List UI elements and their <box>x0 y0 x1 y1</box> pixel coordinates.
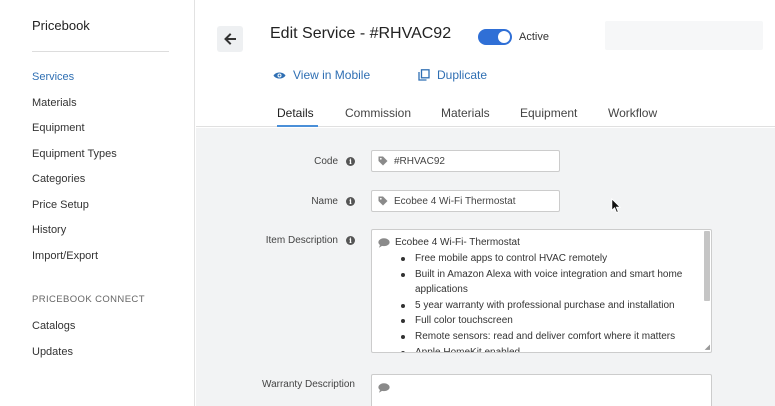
code-label: Code <box>314 156 338 167</box>
list-item: Built in Amazon Alexa with voice integra… <box>401 267 700 298</box>
name-value: Ecobee 4 Wi-Fi Thermostat <box>394 195 516 207</box>
tab-bar: Details Commission Materials Equipment W… <box>196 100 775 127</box>
resize-handle-icon[interactable]: ◢ <box>705 343 710 351</box>
sidebar: Pricebook Services Materials Equipment E… <box>0 0 195 406</box>
mouse-cursor-icon <box>611 198 621 214</box>
list-item: Apple HomeKit enabled <box>401 345 700 352</box>
eye-icon <box>273 72 286 78</box>
duplicate-link[interactable]: Duplicate <box>418 68 487 82</box>
tag-icon <box>378 156 388 166</box>
info-icon: i <box>346 236 355 245</box>
sidebar-item-import-export[interactable]: Import/Export <box>32 250 98 262</box>
code-value: #RHVAC92 <box>394 155 445 167</box>
active-tab-indicator <box>277 125 318 127</box>
sidebar-item-history[interactable]: History <box>32 224 66 236</box>
name-label: Name <box>311 196 338 207</box>
name-field[interactable]: Ecobee 4 Wi-Fi Thermostat <box>371 190 560 212</box>
page-title: Edit Service - #RHVAC92 <box>270 25 452 42</box>
sidebar-item-catalogs[interactable]: Catalogs <box>32 320 75 332</box>
sidebar-item-updates[interactable]: Updates <box>32 346 73 358</box>
view-in-mobile-label: View in Mobile <box>293 68 371 82</box>
active-toggle-label: Active <box>519 31 549 43</box>
tab-equipment[interactable]: Equipment <box>520 106 577 120</box>
duplicate-label: Duplicate <box>437 68 488 82</box>
item-description-editor[interactable]: Ecobee 4 Wi-Fi- Thermostat Free mobile a… <box>371 229 712 353</box>
sidebar-item-categories[interactable]: Categories <box>32 173 85 185</box>
item-description-label: Item Description <box>265 235 338 246</box>
details-form: Code i #RHVAC92 Name i Ecobee 4 Wi-Fi Th… <box>196 128 775 406</box>
tab-commission[interactable]: Commission <box>345 106 411 120</box>
code-field[interactable]: #RHVAC92 <box>371 150 560 172</box>
tab-workflow[interactable]: Workflow <box>608 106 657 120</box>
description-scrollbar[interactable] <box>704 231 710 301</box>
list-item: Remote sensors: read and deliver comfort… <box>401 329 700 345</box>
toggle-knob <box>498 31 510 43</box>
arrow-left-icon <box>224 33 236 45</box>
sidebar-item-services[interactable]: Services <box>32 71 74 83</box>
main-panel: Edit Service - #RHVAC92 Active View in M… <box>196 0 775 406</box>
tab-details[interactable]: Details <box>277 106 314 120</box>
comment-icon <box>378 238 390 248</box>
description-bullet-list: Free mobile apps to control HVAC remotel… <box>401 251 700 352</box>
back-button[interactable] <box>217 26 243 52</box>
tag-icon <box>378 196 388 206</box>
sidebar-item-price-setup[interactable]: Price Setup <box>32 199 89 211</box>
sidebar-item-materials[interactable]: Materials <box>32 97 77 109</box>
comment-icon <box>378 383 390 393</box>
sidebar-section-title: PRICEBOOK CONNECT <box>32 294 145 305</box>
header-placeholder-box <box>605 21 763 50</box>
list-item: Full color touchscreen <box>401 313 700 329</box>
view-in-mobile-link[interactable]: View in Mobile <box>273 68 370 82</box>
description-first-line: Ecobee 4 Wi-Fi- Thermostat <box>395 237 520 248</box>
warranty-description-editor[interactable] <box>371 374 712 406</box>
tab-materials[interactable]: Materials <box>441 106 490 120</box>
sidebar-item-equipment[interactable]: Equipment <box>32 122 85 134</box>
info-icon: i <box>346 197 355 206</box>
sidebar-title: Pricebook <box>32 18 90 33</box>
list-item: 5 year warranty with professional purcha… <box>401 298 700 314</box>
info-icon: i <box>346 157 355 166</box>
warranty-description-label: Warranty Description <box>262 379 355 390</box>
sidebar-item-equipment-types[interactable]: Equipment Types <box>32 148 117 160</box>
page-header: Edit Service - #RHVAC92 Active View in M… <box>196 0 775 127</box>
copy-icon <box>418 69 430 81</box>
sidebar-divider <box>32 51 169 52</box>
active-toggle[interactable] <box>478 29 512 45</box>
list-item: Free mobile apps to control HVAC remotel… <box>401 251 700 267</box>
